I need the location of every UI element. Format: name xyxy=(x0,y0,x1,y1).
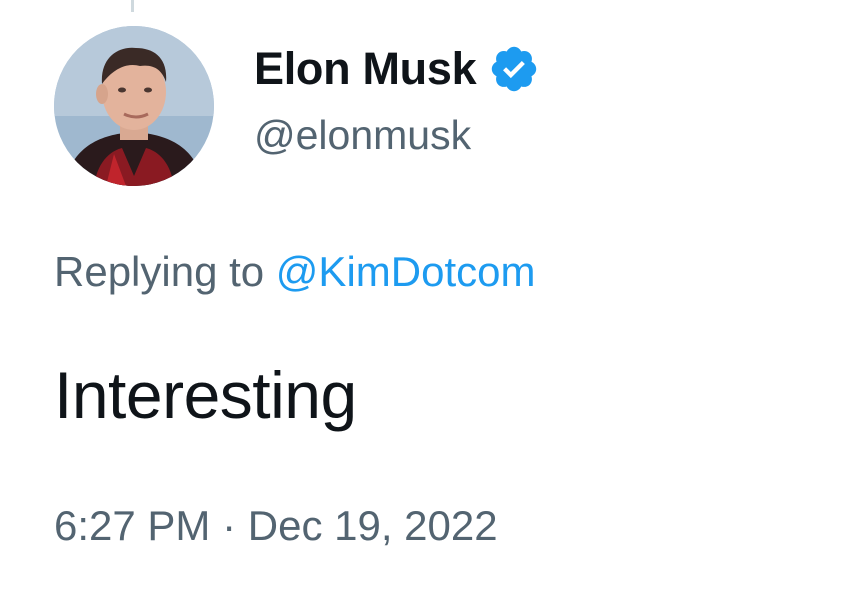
reply-to-handle-link[interactable]: @KimDotcom xyxy=(276,248,536,295)
replying-to-line: Replying to @KimDotcom xyxy=(54,248,535,296)
author-name-row[interactable]: Elon Musk xyxy=(254,43,540,95)
verified-badge-icon xyxy=(488,43,540,95)
replying-to-label: Replying to xyxy=(54,248,265,295)
tweet-card: Elon Musk @elonmusk Replying to @KimDotc… xyxy=(0,0,851,608)
thread-connector-line xyxy=(131,0,134,12)
tweet-date[interactable]: Dec 19, 2022 xyxy=(248,502,498,549)
author-display-name[interactable]: Elon Musk xyxy=(254,43,477,95)
timestamp-separator: · xyxy=(222,502,237,549)
author-handle[interactable]: @elonmusk xyxy=(254,112,471,159)
avatar[interactable] xyxy=(54,26,214,186)
tweet-timestamp[interactable]: 6:27 PM · Dec 19, 2022 xyxy=(54,502,498,550)
tweet-time[interactable]: 6:27 PM xyxy=(54,502,210,549)
avatar-image xyxy=(54,26,214,186)
tweet-text: Interesting xyxy=(54,358,357,432)
